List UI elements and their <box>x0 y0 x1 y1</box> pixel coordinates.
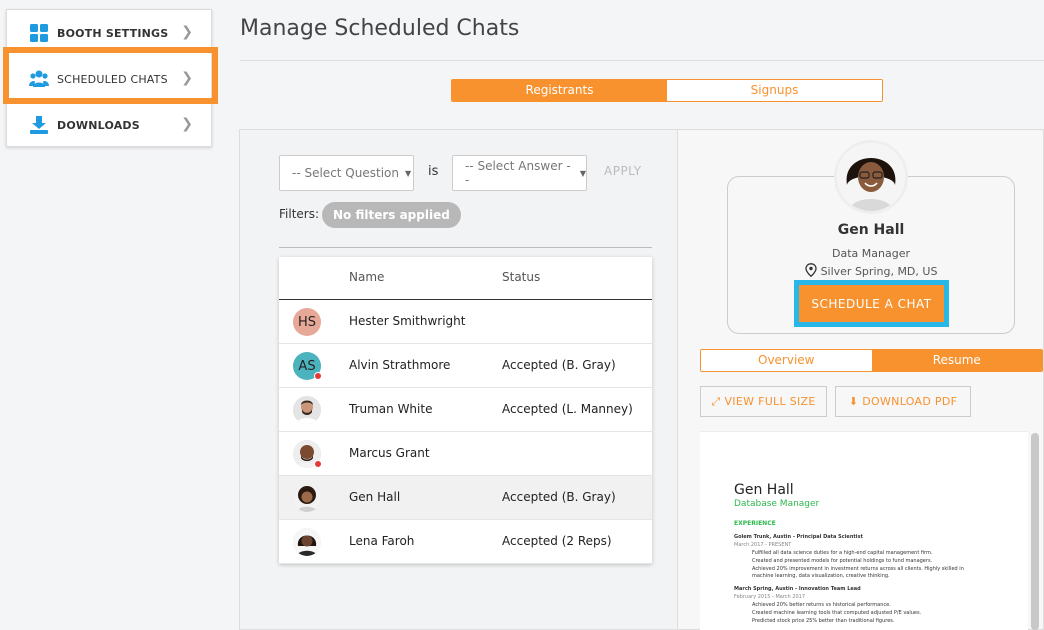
divider <box>240 60 1044 61</box>
page-title: Manage Scheduled Chats <box>240 16 520 41</box>
sidebar-item-scheduled-chats[interactable]: SCHEDULED CHATS ❯ <box>7 56 211 102</box>
resume-scrollbar[interactable] <box>1031 433 1039 630</box>
sidebar-item-downloads[interactable]: DOWNLOADS ❯ <box>7 102 211 148</box>
presence-dot <box>314 372 322 380</box>
sidebar-nav: BOOTH SETTINGS ❯ SCHEDULED CHATS ❯ DOWNL… <box>6 9 212 147</box>
profile-role: Data Manager <box>832 247 910 260</box>
answer-select[interactable]: -- Select Answer -- ▼ <box>452 155 587 191</box>
tab-registrants[interactable]: Registrants <box>452 80 667 101</box>
row-name: Truman White <box>349 402 433 416</box>
no-filters-badge: No filters applied <box>322 202 461 228</box>
avatar <box>293 484 321 512</box>
table-row[interactable]: Lena Faroh Accepted (2 Reps) <box>279 520 652 564</box>
profile-name: Gen Hall <box>837 222 905 238</box>
resume-section-heading: EXPERIENCE <box>734 520 776 527</box>
resume-bullet: Created machine learning tools that comp… <box>752 610 922 616</box>
resume-job: Golem Trunk, Austin - Principal Data Sci… <box>734 534 863 540</box>
resume-bullet: Fulfilled all data science duties for a … <box>752 550 933 556</box>
resume-bullet: Predicted stock price 25% better than tr… <box>752 618 895 624</box>
users-icon <box>29 69 49 89</box>
sidebar-item-label: SCHEDULED CHATS <box>57 72 168 86</box>
apply-button[interactable]: APPLY <box>604 164 642 178</box>
resume-bullet: Achieved 20% improvement in investment r… <box>752 566 964 572</box>
sidebar-item-booth-settings[interactable]: BOOTH SETTINGS ❯ <box>7 10 211 56</box>
grid-icon <box>29 23 49 43</box>
sidebar-item-label: BOOTH SETTINGS <box>57 26 169 40</box>
overview-resume-toggle: Overview Resume <box>700 349 1043 372</box>
caret-down-icon: ▼ <box>579 168 586 178</box>
resume-job: March Spring, Austin - Innovation Team L… <box>734 586 861 592</box>
resume-title: Database Manager <box>734 499 820 509</box>
avatar: HS <box>293 308 321 336</box>
caret-down-icon: ▼ <box>404 168 412 178</box>
resume-bullet: Created and presented models for potenti… <box>752 558 933 564</box>
row-status: Accepted (B. Gray) <box>502 358 616 372</box>
filters-label: Filters: <box>279 207 320 221</box>
divider <box>279 247 652 248</box>
resume-dates: February 2015 - March 2017 <box>734 594 806 600</box>
row-name: Marcus Grant <box>349 446 430 460</box>
tab-signups[interactable]: Signups <box>667 80 882 101</box>
row-status: Accepted (B. Gray) <box>502 490 616 504</box>
registrants-signups-toggle: Registrants Signups <box>451 79 883 102</box>
row-name: Gen Hall <box>349 490 401 504</box>
profile-avatar <box>834 140 908 214</box>
row-status: Accepted (2 Reps) <box>502 534 612 548</box>
table-row[interactable]: Gen Hall Accepted (B. Gray) <box>279 476 652 520</box>
resume-preview[interactable]: Gen Hall Database Manager EXPERIENCE Gol… <box>700 431 1028 630</box>
expand-icon: ⤢ <box>711 394 721 408</box>
registrants-table: Name Status HS Hester Smithwright AS Alv… <box>279 257 652 564</box>
is-label: is <box>428 164 439 179</box>
profile-location: Silver Spring, MD, US <box>727 263 1015 280</box>
question-select[interactable]: -- Select Question ▼ <box>279 155 414 191</box>
table-row[interactable]: HS Hester Smithwright <box>279 300 652 344</box>
question-select-value: -- Select Question <box>292 166 399 180</box>
view-full-size-label: VIEW FULL SIZE <box>724 395 816 408</box>
download-icon <box>29 115 49 135</box>
download-pdf-label: DOWNLOAD PDF <box>862 395 958 408</box>
answer-select-value: -- Select Answer -- <box>465 159 571 187</box>
table-row[interactable]: AS Alvin Strathmore Accepted (B. Gray) <box>279 344 652 388</box>
schedule-chat-button[interactable]: SCHEDULE A CHAT <box>799 285 944 322</box>
row-name: Lena Faroh <box>349 534 415 548</box>
location-pin-icon <box>804 263 817 280</box>
column-header-name[interactable]: Name <box>349 270 384 284</box>
column-header-status[interactable]: Status <box>502 270 540 284</box>
table-row[interactable]: Marcus Grant <box>279 432 652 476</box>
table-header: Name Status <box>279 257 652 300</box>
resume-name: Gen Hall <box>734 482 794 498</box>
download-icon: ⬇ <box>848 395 859 408</box>
profile-location-text: Silver Spring, MD, US <box>820 265 938 278</box>
presence-dot <box>314 460 322 468</box>
chevron-right-icon: ❯ <box>181 70 193 86</box>
row-status: Accepted (L. Manney) <box>502 402 633 416</box>
download-pdf-button[interactable]: ⬇ DOWNLOAD PDF <box>835 386 971 417</box>
view-full-size-button[interactable]: ⤢ VIEW FULL SIZE <box>700 386 827 417</box>
avatar <box>293 528 321 556</box>
resume-bullet: Achieved 20% better returns vs historica… <box>752 602 891 608</box>
resume-dates: March 2017 - PRESENT <box>734 542 792 548</box>
chevron-right-icon: ❯ <box>181 24 193 40</box>
row-name: Alvin Strathmore <box>349 358 451 372</box>
resume-bullet: machine learning, data visualization, cr… <box>752 573 890 579</box>
tab-resume[interactable]: Resume <box>871 350 1042 371</box>
chevron-right-icon: ❯ <box>181 116 193 132</box>
sidebar-item-label: DOWNLOADS <box>57 118 140 132</box>
tab-overview[interactable]: Overview <box>701 350 872 371</box>
row-name: Hester Smithwright <box>349 314 466 328</box>
table-row[interactable]: Truman White Accepted (L. Manney) <box>279 388 652 432</box>
avatar <box>293 396 321 424</box>
